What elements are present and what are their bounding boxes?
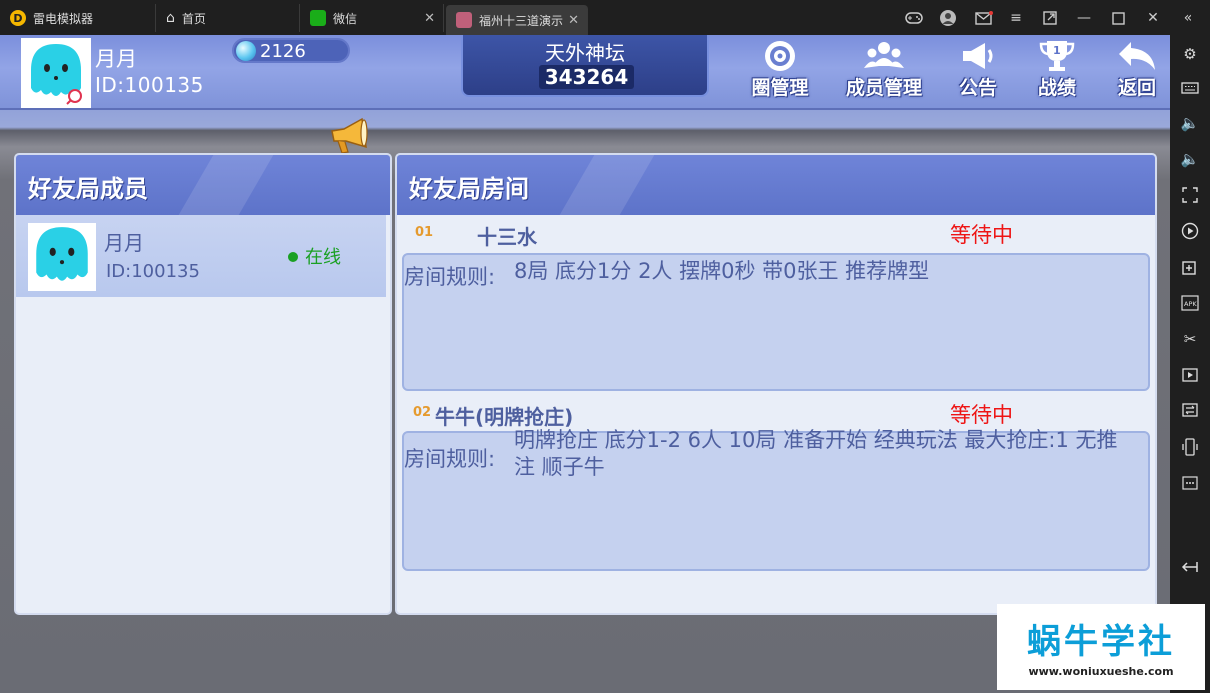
room-rules: 明牌抢庄 底分1-2 6人 10局 准备开始 经典玩法 最大抢庄:1 无推注 顺… [514,428,1118,479]
member-status: 在线 [305,247,341,268]
diamond-icon [236,41,256,61]
members-panel-header: 好友局成员 [16,155,390,215]
rooms-panel-header: 好友局房间 [397,155,1155,215]
room-status: 等待中 [950,403,1013,427]
record-button[interactable]: 1 战绩 [1030,39,1084,99]
megaphone-icon [958,39,998,73]
ldplayer-logo-icon: D [10,10,26,26]
tab-emulator-home[interactable]: D 雷电模拟器 [0,4,156,32]
home-icon: ⌂ [166,10,175,26]
player-id: ID:100135 [95,73,204,97]
minimize-icon[interactable]: — [1074,8,1094,28]
record-label: 战绩 [1037,77,1076,99]
tab-label: 雷电模拟器 [33,11,94,26]
watermark-title: 蜗牛学社 [1027,622,1175,662]
room-number: 01 [415,225,434,240]
club-banner: 天外神坛 343264 [461,35,709,97]
gamepad-icon[interactable] [904,8,924,28]
restore-window-icon[interactable] [1040,8,1060,28]
menu-icon[interactable]: ≡ [1006,8,1026,28]
video-icon[interactable] [1179,364,1201,386]
apk-install-icon[interactable]: APK [1179,292,1201,314]
member-name: 月月 [104,231,144,255]
sync-icon[interactable] [1179,399,1201,421]
tab-label: 首页 [181,11,206,26]
keyboard-icon[interactable] [1179,77,1201,99]
room-card[interactable]: 02 牛牛(明牌抢庄) 等待中 房间规则: 明牌抢庄 底分1-2 6人 10局 … [397,397,1155,577]
settings-gear-icon[interactable]: ⚙ [1179,43,1201,65]
watermark-url: www.woniuxueshe.com [1028,665,1174,678]
rooms-panel-title: 好友局房间 [409,175,529,203]
circle-manage-button[interactable]: 圈管理 [745,39,815,99]
members-icon [864,39,904,73]
club-number: 343264 [539,65,634,89]
room-rules: 8局 底分1分 2人 摆牌0秒 带0张王 推荐牌型 [514,259,930,283]
back-label: 返回 [1117,77,1156,99]
close-window-icon[interactable]: ✕ [1143,8,1163,28]
club-name: 天外神坛 [545,41,625,65]
member-row[interactable]: 月月 ID:100135 在线 [16,215,386,297]
room-rules-label: 房间规则: [404,265,496,289]
shake-icon[interactable] [1179,436,1201,458]
notice-label: 公告 [958,77,997,99]
member-manage-label: 成员管理 [845,77,922,99]
member-manage-button[interactable]: 成员管理 [838,39,930,99]
room-status: 等待中 [950,223,1013,247]
header-decoration [178,155,274,215]
volume-down-icon[interactable]: 🔈 [1179,148,1201,170]
close-icon[interactable]: ✕ [424,11,435,26]
tab-game[interactable]: 福州十三道演示 ✕ [446,5,588,35]
mail-icon[interactable] [974,8,994,28]
member-avatar [28,223,96,291]
tab-wechat[interactable]: 微信 ✕ [300,4,444,32]
back-arrow-icon[interactable] [1179,556,1201,578]
diamond-counter[interactable]: 2126 [232,38,350,63]
tab-label: 微信 [333,11,358,26]
watermark: 蜗牛学社 www.woniuxueshe.com [997,604,1205,690]
add-window-icon[interactable] [1179,256,1201,278]
game-header: 月月 ID:100135 2126 天外神坛 343264 圈管理 成员管理 公… [0,35,1170,110]
room-rules-box: 房间规则: 明牌抢庄 底分1-2 6人 10局 准备开始 经典玩法 最大抢庄:1… [402,428,1150,571]
online-status-dot-icon [288,252,298,262]
game-viewport: 月月 ID:100135 2126 天外神坛 343264 圈管理 成员管理 公… [0,35,1170,693]
close-icon[interactable]: ✕ [568,13,579,28]
emulator-right-toolbar: ⚙ 🔈 🔈 APK ✂ [1170,35,1210,693]
maximize-icon[interactable] [1108,8,1128,28]
emulator-titlebar: D 雷电模拟器 ⌂ 首页 微信 ✕ 福州十三道演示 ✕ ≡ — ✕ « [0,0,1210,35]
svg-text:1: 1 [1053,44,1061,57]
members-panel: 好友局成员 月月 ID:100135 在线 [14,153,392,615]
rooms-panel: 好友局房间 01 十三水 等待中 房间规则: 8局 底分1分 2人 摆牌0秒 带… [395,153,1157,615]
room-rules-box: 房间规则: 8局 底分1分 2人 摆牌0秒 带0张王 推荐牌型 [402,253,1150,391]
target-icon [760,39,800,73]
tab-home[interactable]: ⌂ 首页 [156,4,300,32]
notice-button[interactable]: 公告 [951,39,1005,99]
room-number: 02 [413,405,432,420]
svg-text:APK: APK [1184,300,1197,308]
collapse-sidebar-icon[interactable]: « [1178,8,1198,28]
back-button[interactable]: 返回 [1110,39,1164,99]
member-id: ID:100135 [106,261,200,282]
back-arrow-icon [1117,39,1157,73]
record-icon[interactable] [1179,220,1201,242]
wechat-icon [310,10,326,26]
more-options-icon[interactable] [1179,472,1201,494]
tab-label: 福州十三道演示 [479,13,564,28]
volume-up-icon[interactable]: 🔈 [1179,112,1201,134]
loudspeaker-icon [328,117,372,157]
header-decoration [559,155,655,215]
fullscreen-icon[interactable] [1179,184,1201,206]
trophy-icon: 1 [1037,39,1077,73]
room-game-name: 十三水 [477,225,537,249]
room-game-name: 牛牛(明牌抢庄) [435,405,574,429]
player-name: 月月 [95,47,137,71]
player-avatar[interactable] [21,38,91,108]
members-panel-title: 好友局成员 [28,175,148,203]
room-rules-label: 房间规则: [404,447,496,471]
circle-manage-label: 圈管理 [751,77,809,99]
game-app-icon [456,12,472,28]
diamond-count: 2126 [260,41,306,62]
room-card[interactable]: 01 十三水 等待中 房间规则: 8局 底分1分 2人 摆牌0秒 带0张王 推荐… [397,215,1155,395]
user-account-icon[interactable] [938,8,958,28]
scissors-icon[interactable]: ✂ [1179,328,1201,350]
